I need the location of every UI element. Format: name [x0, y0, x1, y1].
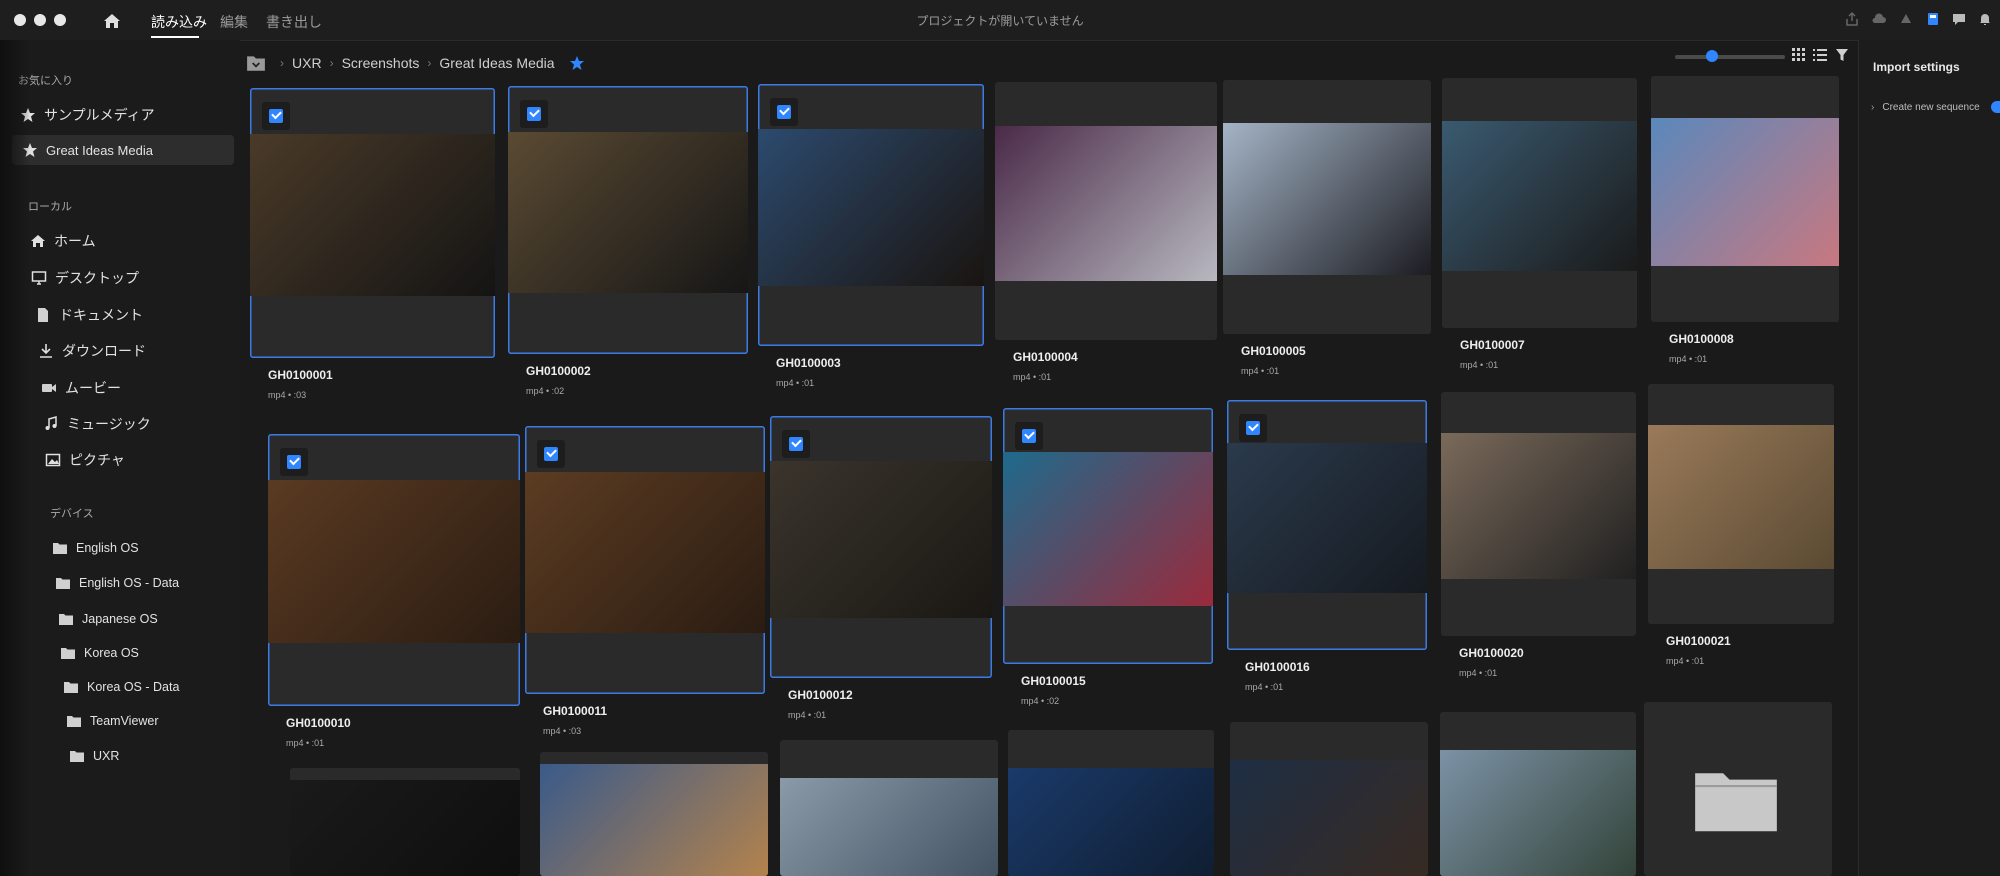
checkmark-icon	[1248, 420, 1259, 432]
media-thumbnail	[758, 129, 984, 286]
media-card[interactable]	[770, 416, 992, 678]
media-thumbnail	[290, 780, 520, 876]
checkmark-icon	[779, 104, 790, 116]
checkmark-icon	[289, 454, 300, 466]
media-meta: mp4 • :01	[1245, 682, 1284, 692]
media-name: GH0100011	[543, 704, 608, 718]
media-meta: mp4 • :02	[526, 386, 565, 396]
media-card[interactable]	[1441, 392, 1636, 636]
media-meta: mp4 • :02	[1021, 696, 1060, 706]
selected-checkbox[interactable]	[537, 440, 565, 468]
media-card[interactable]	[1440, 712, 1636, 876]
selected-checkbox[interactable]	[1015, 422, 1043, 450]
media-thumbnail	[1223, 123, 1431, 275]
media-card[interactable]	[1223, 80, 1431, 334]
selected-checkbox[interactable]	[782, 430, 810, 458]
media-card[interactable]	[1442, 78, 1637, 328]
media-name: GH0100003	[776, 356, 841, 370]
media-thumbnail	[1442, 121, 1637, 271]
checkmark-icon	[1024, 428, 1035, 440]
media-thumbnail	[1440, 750, 1636, 876]
checkmark-icon	[546, 446, 557, 458]
media-thumbnail	[780, 778, 998, 876]
selected-checkbox[interactable]	[1239, 414, 1267, 442]
media-card[interactable]	[1008, 730, 1214, 876]
media-name: GH0100004	[1013, 350, 1078, 364]
checkmark-icon	[529, 106, 540, 118]
media-meta: mp4 • :03	[543, 726, 582, 736]
media-thumbnail	[1651, 118, 1839, 266]
media-grid: GH0100001 mp4 • :03 GH0100002 mp4 • :02 GH01…	[0, 0, 2000, 876]
checkmark-icon	[271, 108, 282, 120]
checkmark-icon	[791, 436, 802, 448]
media-thumbnail	[268, 480, 520, 643]
media-name: GH0100021	[1666, 634, 1731, 648]
media-card[interactable]	[995, 82, 1217, 340]
media-name: GH0100002	[526, 364, 591, 378]
media-name: GH0100001	[268, 368, 333, 382]
media-card[interactable]	[758, 84, 984, 346]
media-meta: mp4 • :01	[1669, 354, 1708, 364]
folder-icon	[1695, 773, 1777, 832]
media-thumbnail	[1008, 768, 1214, 876]
media-name: GH0100015	[1021, 674, 1086, 688]
media-meta: mp4 • :01	[1241, 366, 1280, 376]
media-meta: mp4 • :01	[1459, 668, 1498, 678]
media-thumbnail	[250, 134, 495, 296]
media-name: GH0100010	[286, 716, 351, 730]
media-meta: mp4 • :01	[1666, 656, 1705, 666]
media-thumbnail	[540, 764, 768, 876]
media-card[interactable]	[525, 426, 765, 694]
media-name: GH0100016	[1245, 660, 1310, 674]
media-thumbnail	[1648, 425, 1834, 569]
media-card[interactable]	[780, 740, 998, 876]
selected-checkbox[interactable]	[520, 100, 548, 128]
media-name: GH0100007	[1460, 338, 1525, 352]
media-card[interactable]	[290, 768, 520, 876]
media-card[interactable]	[540, 752, 768, 876]
media-name: GH0100005	[1241, 344, 1306, 358]
media-card[interactable]	[250, 88, 495, 358]
media-meta: mp4 • :03	[268, 390, 307, 400]
selected-checkbox[interactable]	[280, 448, 308, 476]
media-thumbnail	[995, 126, 1217, 281]
media-meta: mp4 • :01	[776, 378, 815, 388]
media-card[interactable]	[1003, 408, 1213, 664]
media-thumbnail	[1227, 443, 1427, 593]
media-card[interactable]	[1651, 76, 1839, 322]
selected-checkbox[interactable]	[262, 102, 290, 130]
media-name: GH0100020	[1459, 646, 1524, 660]
media-thumbnail	[770, 461, 992, 618]
media-meta: mp4 • :01	[1460, 360, 1499, 370]
media-card[interactable]	[508, 86, 748, 354]
media-thumbnail	[1003, 452, 1213, 606]
media-thumbnail	[508, 132, 748, 293]
media-card[interactable]	[1648, 384, 1834, 624]
media-meta: mp4 • :01	[788, 710, 827, 720]
media-card[interactable]	[1644, 702, 1832, 876]
media-thumbnail	[1441, 433, 1636, 579]
media-card[interactable]	[1227, 400, 1427, 650]
selected-checkbox[interactable]	[770, 98, 798, 126]
media-name: GH0100012	[788, 688, 853, 702]
media-card[interactable]	[1230, 722, 1428, 876]
media-card[interactable]	[268, 434, 520, 706]
media-thumbnail	[1230, 760, 1428, 876]
media-meta: mp4 • :01	[286, 738, 325, 748]
media-thumbnail	[525, 472, 765, 633]
media-meta: mp4 • :01	[1013, 372, 1052, 382]
media-name: GH0100008	[1669, 332, 1734, 346]
